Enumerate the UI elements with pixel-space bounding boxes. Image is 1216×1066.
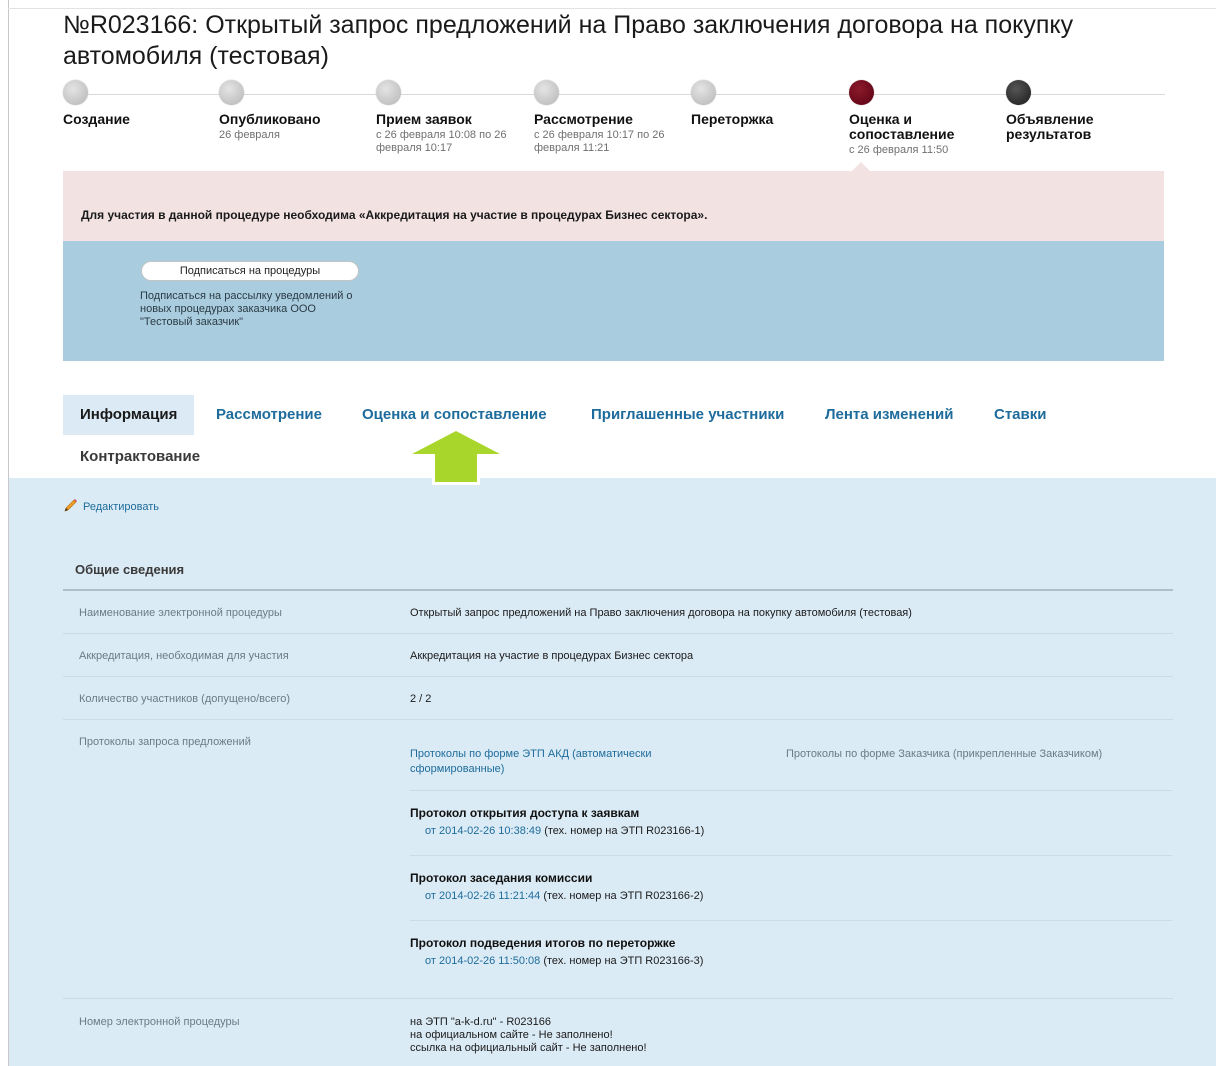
row-label-participants: Количество участников (допущено/всего): [79, 693, 291, 705]
protocol-divider: [410, 855, 1172, 856]
protocol-line: от 2014-02-26 11:50:08 (тех. номер на ЭТ…: [425, 955, 703, 967]
stage-dot: [219, 80, 244, 105]
stage-name: Объявление результатов: [1006, 111, 1094, 142]
stage-name: Переторжка: [691, 111, 774, 127]
stage-pointer: [852, 162, 870, 171]
stage-name: Оценка и сопоставление: [849, 111, 955, 142]
protocol-divider: [410, 920, 1172, 921]
section-title: Общие сведения: [75, 562, 185, 577]
protocol-line: от 2014-02-26 10:38:49 (тех. номер на ЭТ…: [425, 825, 704, 837]
tab-review[interactable]: Рассмотрение: [199, 395, 339, 435]
protocol-date-link[interactable]: от 2014-02-26 11:50:08: [425, 955, 540, 967]
arrow-up-icon: [406, 427, 506, 492]
stage-published: Опубликовано 26 февраля: [219, 80, 369, 142]
stage-evaluation: Оценка и сопоставление с 26 февраля 11:5…: [849, 80, 979, 157]
customer-protocols-label[interactable]: Протоколы по форме Заказчика (прикреплен…: [786, 747, 1102, 762]
row-divider: [63, 676, 1173, 677]
row-divider: [63, 633, 1173, 634]
protocol-divider: [410, 790, 1172, 791]
tab-changes-feed[interactable]: Лента изменений: [808, 395, 970, 435]
stage-name: Рассмотрение: [534, 111, 633, 127]
protocol-title: Протокол подведения итогов по переторжке: [410, 936, 676, 950]
protocol-tech-number: (тех. номер на ЭТП R023166-2): [543, 890, 704, 902]
tab-info[interactable]: Информация: [63, 395, 195, 435]
info-content: Редактировать Общие сведения Наименовани…: [9, 478, 1216, 1066]
stage-applications: Прием заявок с 26 февраля 10:08 по 26 фе…: [376, 80, 516, 155]
edit-link[interactable]: Редактировать: [63, 498, 159, 516]
subscribe-note: Подписаться на рассылку уведомлений о но…: [140, 290, 353, 328]
tab-contracting[interactable]: Контрактование: [63, 437, 217, 477]
row-label-protocols: Протоколы запроса предложений: [79, 736, 251, 748]
protocol-tech-number: (тех. номер на ЭТП R023166-1): [544, 825, 705, 837]
accreditation-notice: Для участия в данной процедуре необходим…: [63, 171, 1164, 241]
stage-results: Объявление результатов: [1006, 80, 1146, 144]
protocol-tech-number: (тех. номер на ЭТП R023166-3): [543, 955, 704, 967]
notice-text: Для участия в данной процедуре необходим…: [81, 208, 708, 222]
stage-dot-current: [849, 80, 874, 105]
row-value-number: на ЭТП "a-k-d.ru" - R023166 на официальн…: [410, 1016, 647, 1055]
stage-rebidding: Переторжка: [691, 80, 841, 129]
stage-dot: [63, 80, 88, 105]
page-top-border: [8, 8, 1216, 9]
row-label-accreditation: Аккредитация, необходимая для участия: [79, 650, 289, 662]
row-divider: [63, 998, 1173, 999]
row-label-name: Наименование электронной процедуры: [79, 607, 282, 619]
page-title: №R023166: Открытый запрос предложений на…: [63, 11, 1074, 70]
stage-creation: Создание: [63, 80, 213, 129]
stage-date: с 26 февраля 10:17 по 26 февраля 11:21: [534, 129, 665, 154]
tab-invited-participants[interactable]: Приглашенные участники: [574, 395, 801, 435]
protocol-line: от 2014-02-26 11:21:44 (тех. номер на ЭТ…: [425, 890, 703, 902]
stage-date: с 26 февраля 11:50: [849, 144, 949, 156]
stage-dot: [1006, 80, 1031, 105]
number-line: ссылка на официальный сайт - Не заполнен…: [410, 1042, 647, 1054]
stage-review: Рассмотрение с 26 февраля 10:17 по 26 фе…: [534, 80, 674, 155]
section-divider: [63, 589, 1173, 591]
protocol-date-link[interactable]: от 2014-02-26 11:21:44: [425, 890, 540, 902]
subscribe-button[interactable]: Подписаться на процедуры: [141, 261, 359, 281]
protocol-date-link[interactable]: от 2014-02-26 10:38:49: [425, 825, 541, 837]
row-value-participants: 2 / 2: [410, 693, 432, 705]
stage-date: 26 февраля: [219, 129, 280, 141]
stage-dot: [534, 80, 559, 105]
edit-label: Редактировать: [83, 500, 159, 513]
stage-name: Опубликовано: [219, 111, 321, 127]
number-line: на официальном сайте - Не заполнено!: [410, 1029, 613, 1041]
pencil-icon: [63, 498, 78, 516]
number-line: на ЭТП "a-k-d.ru" - R023166: [410, 1016, 551, 1028]
row-divider: [63, 719, 1173, 720]
stage-date: с 26 февраля 10:08 по 26 февраля 10:17: [376, 129, 507, 154]
tab-bids[interactable]: Ставки: [977, 395, 1063, 435]
stage-dot: [376, 80, 401, 105]
row-value-accreditation: Аккредитация на участие в процедурах Биз…: [410, 650, 694, 662]
etp-protocols-link[interactable]: Протоколы по форме ЭТП АКД (автоматическ…: [410, 747, 720, 777]
protocol-title: Протокол открытия доступа к заявкам: [410, 806, 640, 820]
stage-name: Создание: [63, 111, 130, 127]
row-label-number: Номер электронной процедуры: [79, 1016, 240, 1028]
stage-name: Прием заявок: [376, 111, 472, 127]
row-value-name: Открытый запрос предложений на Право зак…: [410, 607, 912, 619]
stage-dot: [691, 80, 716, 105]
protocol-title: Протокол заседания комиссии: [410, 871, 593, 885]
subscribe-panel: Подписаться на процедуры Подписаться на …: [63, 241, 1164, 361]
